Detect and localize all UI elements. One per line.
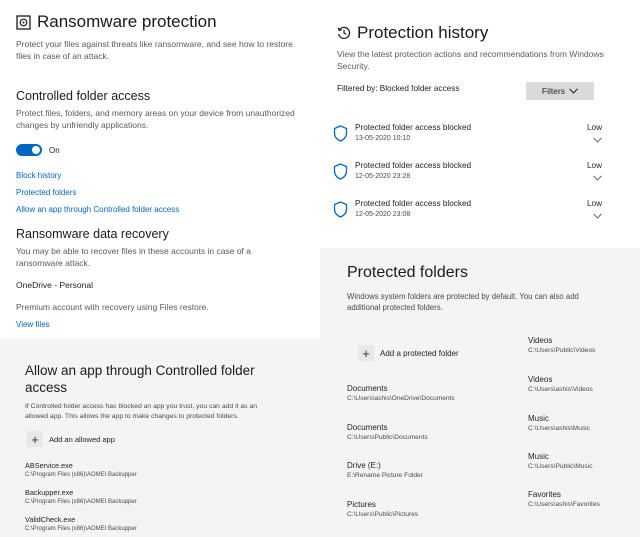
protected-folder-path: C:\Users\Public\Music: [528, 463, 593, 470]
history-title-row: Protection history: [337, 23, 488, 43]
allow-app-title-line2: access: [25, 380, 68, 395]
history-item-severity: Low: [586, 199, 602, 208]
chevron-down-icon: [569, 88, 578, 94]
history-item-date: 12-05-2020 23:08: [355, 211, 411, 218]
add-allowed-app-label: Add an allowed app: [49, 434, 115, 444]
history-item-title: Protected folder access blocked: [355, 161, 472, 170]
protected-folders-panel: Protected folders Windows system folders…: [320, 248, 640, 537]
history-item-severity: Low: [586, 123, 602, 132]
history-item-title: Protected folder access blocked: [355, 123, 472, 132]
protected-folder-name: Pictures: [347, 500, 376, 509]
protected-folders-title: Protected folders: [347, 264, 468, 281]
protected-folder-item[interactable]: Music C:\Users\Public\Music: [528, 452, 593, 470]
protected-folder-name: Music: [528, 452, 549, 461]
protected-folder-name: Videos: [528, 375, 553, 384]
protected-folder-item[interactable]: Documents C:\Users\Public\Documents: [347, 423, 428, 441]
onedrive-label: OneDrive - Personal: [16, 280, 94, 290]
history-item-date: 12-05-2020 23:28: [355, 173, 411, 180]
history-item[interactable]: Protected folder access blocked 12-05-20…: [320, 196, 640, 234]
ransomware-title: Ransomware protection: [37, 12, 217, 31]
protected-folder-name: Documents: [347, 384, 388, 393]
plus-icon: +: [27, 431, 43, 447]
toggle-state-label: On: [49, 145, 60, 155]
shield-icon: [333, 201, 348, 218]
shield-icon: [333, 125, 348, 142]
protected-folder-item[interactable]: Favorites C:\Users\ashis\Favorites: [528, 490, 600, 508]
premium-text: Premium account with recovery using File…: [16, 302, 209, 312]
filters-button[interactable]: Filters: [526, 82, 594, 100]
allowed-app-item[interactable]: ValidCheck.exe C:\Program Files (x86)\AO…: [25, 515, 137, 532]
history-title: Protection history: [357, 23, 489, 42]
block-history-link[interactable]: Block history: [16, 171, 61, 180]
protected-folder-name: Favorites: [528, 490, 561, 499]
allowed-app-path: C:\Program Files (x86)\AOMEI Backupper: [25, 472, 137, 478]
allowed-app-path: C:\Program Files (x86)\AOMEI Backupper: [25, 526, 137, 532]
ransomware-description: Protect your files against threats like …: [16, 39, 293, 61]
protected-folder-item[interactable]: Videos C:\Users\Public\Videos: [528, 336, 595, 354]
protected-folder-item[interactable]: Documents C:\Users\ashis\OneDrive\Docume…: [347, 384, 455, 402]
allow-app-title: Allow an app through Controlled folder a…: [25, 362, 255, 396]
plus-icon: +: [358, 345, 374, 361]
protected-folder-path: C:\Users\ashis\Videos: [528, 386, 593, 393]
protection-history-panel: Protection history View the latest prote…: [320, 0, 640, 248]
history-item-severity: Low: [586, 161, 602, 170]
controlled-folder-access-toggle[interactable]: [16, 144, 42, 156]
controlled-folder-access-heading: Controlled folder access: [16, 89, 151, 103]
allowed-app-name: ABService.exe: [25, 461, 73, 470]
protected-folder-path: C:\Users\Public\Documents: [347, 434, 428, 441]
ransomware-protection-panel: Ransomware protection Protect your files…: [0, 0, 320, 338]
add-protected-folder-label: Add a protected folder: [380, 348, 459, 358]
filters-button-label: Filters: [541, 86, 566, 96]
allowed-app-name: Backupper.exe: [25, 488, 74, 497]
history-description: View the latest protection actions and r…: [337, 49, 604, 71]
add-allowed-app-button[interactable]: + Add an allowed app: [27, 431, 115, 447]
protected-folder-name: Drive (E:): [347, 461, 381, 470]
protected-folder-path: C:\Users\ashis\Favorites: [528, 501, 600, 508]
protected-folder-name: Music: [528, 414, 549, 423]
protected-folder-path: C:\Users\ashis\OneDrive\Documents: [347, 395, 455, 402]
allow-app-title-line1: Allow an app through Controlled folder: [25, 363, 255, 378]
allowed-app-item[interactable]: ABService.exe C:\Program Files (x86)\AOM…: [25, 461, 137, 478]
ransomware-title-row: Ransomware protection: [16, 12, 217, 32]
protected-folder-item[interactable]: Drive (E:) E:\Rename Picture Folder: [347, 461, 423, 479]
protected-folder-item[interactable]: Pictures C:\Users\Public\Pictures: [347, 500, 418, 518]
allowed-app-name: ValidCheck.exe: [25, 515, 76, 524]
view-files-link[interactable]: View files: [16, 320, 50, 329]
allowed-app-path: C:\Program Files (x86)\AOMEI Backupper: [25, 499, 137, 505]
protected-folder-name: Documents: [347, 423, 388, 432]
ransomware-data-recovery-heading: Ransomware data recovery: [16, 227, 169, 241]
add-protected-folder-button[interactable]: + Add a protected folder: [358, 345, 459, 361]
protected-folders-link[interactable]: Protected folders: [16, 188, 76, 197]
cfa-toggle-row: On: [16, 144, 60, 156]
protected-folders-description: Windows system folders are protected by …: [347, 292, 579, 312]
history-item-title: Protected folder access blocked: [355, 199, 472, 208]
expand-chevron-icon[interactable]: [593, 213, 602, 219]
expand-chevron-icon[interactable]: [593, 175, 602, 181]
protected-folder-item[interactable]: Videos C:\Users\ashis\Videos: [528, 375, 593, 393]
shield-icon: [333, 163, 348, 180]
controlled-folder-access-description: Protect files, folders, and memory areas…: [16, 108, 295, 130]
history-item[interactable]: Protected folder access blocked 12-05-20…: [320, 158, 640, 196]
allow-app-description: If Controlled folder access has blocked …: [25, 403, 257, 420]
protected-folder-path: E:\Rename Picture Folder: [347, 472, 423, 479]
protected-folder-path: C:\Users\Public\Pictures: [347, 511, 419, 518]
protected-folder-path: C:\Users\Public\Videos: [528, 347, 596, 354]
ransomware-shield-icon: [16, 14, 31, 30]
history-item[interactable]: Protected folder access blocked 13-05-20…: [320, 120, 640, 158]
protected-folder-path: C:\Users\ashis\Music: [528, 425, 590, 432]
recovery-description: You may be able to recover files in thes…: [16, 246, 251, 268]
allowed-app-item[interactable]: Backupper.exe C:\Program Files (x86)\AOM…: [25, 488, 137, 505]
protected-folder-name: Videos: [528, 336, 553, 345]
allow-app-panel: Allow an app through Controlled folder a…: [0, 338, 320, 537]
history-item-date: 13-05-2020 10:10: [355, 135, 411, 142]
filter-text: Filtered by: Blocked folder access: [337, 84, 460, 93]
expand-chevron-icon[interactable]: [593, 137, 602, 143]
protected-folder-item[interactable]: Music C:\Users\ashis\Music: [528, 414, 590, 432]
allow-app-link[interactable]: Allow an app through Controlled folder a…: [16, 205, 179, 214]
history-clock-icon: [337, 26, 351, 40]
